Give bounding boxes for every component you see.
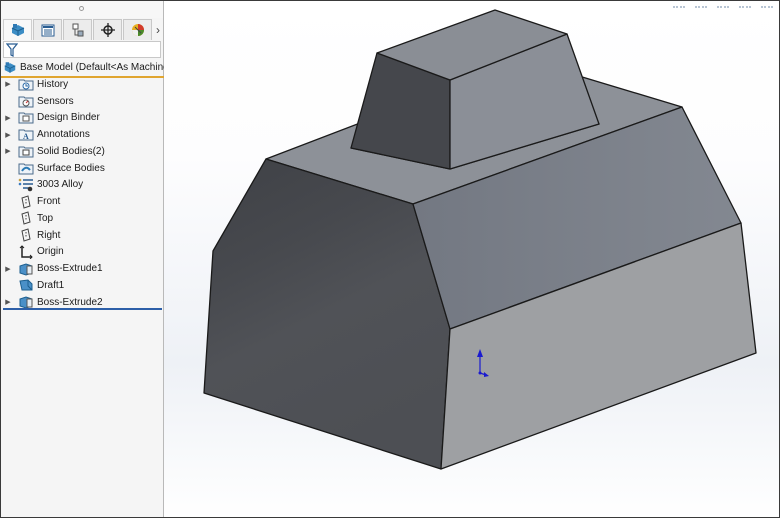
- tree-item-draft1[interactable]: Draft1: [1, 277, 164, 294]
- tree-item-history[interactable]: ▶ History: [1, 76, 164, 93]
- crosshair-icon: [100, 23, 115, 37]
- tree-item-origin[interactable]: Origin: [1, 244, 164, 261]
- feature-filter-input[interactable]: [3, 41, 161, 58]
- part-name: Base Model (Default<As Machined>: [20, 62, 164, 73]
- plane-icon: [18, 228, 34, 242]
- part-icon: [3, 61, 17, 74]
- expand-arrow[interactable]: ▶: [1, 147, 15, 155]
- tree-item-label: Origin: [37, 246, 64, 258]
- plane-icon: [18, 194, 34, 209]
- rollback-bar[interactable]: [3, 308, 162, 310]
- tree-item-boss-extrude1[interactable]: ▶ Boss-Extrude1: [1, 260, 164, 277]
- tab-property-manager[interactable]: [33, 19, 62, 40]
- tree-item-label: Right: [37, 229, 61, 241]
- part-icon: [10, 23, 26, 37]
- tree-item-sensors[interactable]: Sensors: [1, 93, 164, 110]
- tree-item-solid-bodies-2[interactable]: ▶ Solid Bodies(2): [1, 143, 164, 160]
- tree-item-label: Top: [37, 212, 54, 224]
- graphics-area[interactable]: [164, 1, 780, 518]
- expand-arrow[interactable]: ▶: [1, 131, 15, 139]
- tab-configuration-manager[interactable]: [63, 19, 92, 40]
- funnel-icon: [6, 43, 18, 57]
- surface-bodies-folder-icon: [18, 161, 34, 175]
- sensors-folder-icon: [18, 94, 34, 108]
- tree-item-label: 3003 Alloy: [37, 179, 84, 191]
- tree-item-design-binder[interactable]: ▶ Design Binder: [1, 110, 164, 127]
- tree-item-label: History: [37, 78, 69, 90]
- tab-dimxpert-manager[interactable]: [93, 19, 122, 40]
- expand-arrow[interactable]: ▶: [1, 265, 15, 273]
- tree-item-label: Design Binder: [37, 112, 100, 124]
- property-list-icon: [41, 24, 55, 37]
- appearance-ball-icon: [131, 23, 145, 37]
- tree-item-3003-alloy[interactable]: 3003 Alloy: [1, 177, 164, 194]
- feature-manager-panel: › Base Model (Default<As Machined> ▶ His…: [1, 1, 164, 517]
- plane-icon: [18, 211, 34, 226]
- history-folder-icon: [18, 77, 34, 91]
- configuration-icon: [71, 23, 85, 37]
- tree-item-annotations[interactable]: ▶ A Annotations: [1, 126, 164, 143]
- tree-item-label: Surface Bodies: [37, 162, 105, 174]
- tree-item-right[interactable]: Right: [1, 227, 164, 244]
- solidworks-window: › Base Model (Default<As Machined> ▶ His…: [0, 0, 780, 518]
- tree-item-label: Annotations: [37, 129, 90, 141]
- feature-tree: ▶ History Sensors ▶ Design Binder ▶ A An…: [1, 76, 164, 311]
- draft-feature-icon: [18, 278, 34, 292]
- origin-icon: [18, 245, 34, 259]
- material-icon: [18, 178, 34, 192]
- tree-item-label: Front: [37, 196, 61, 208]
- tab-display-manager[interactable]: [123, 19, 152, 40]
- tree-item-label: Draft1: [37, 279, 65, 291]
- expand-arrow[interactable]: ▶: [1, 298, 15, 306]
- svg-text:A: A: [23, 132, 29, 141]
- grip-dot: [79, 6, 84, 11]
- model-view[interactable]: [164, 1, 780, 518]
- manager-tabs: ›: [3, 19, 163, 41]
- tab-feature-manager[interactable]: [3, 19, 32, 40]
- expand-arrow[interactable]: ▶: [1, 114, 15, 122]
- tree-item-surface-bodies[interactable]: Surface Bodies: [1, 160, 164, 177]
- expand-arrow[interactable]: ▶: [1, 80, 15, 88]
- more-tabs-button[interactable]: ›: [153, 19, 163, 40]
- tree-item-label: Boss-Extrude1: [37, 263, 103, 275]
- tree-item-top[interactable]: Top: [1, 210, 164, 227]
- annotations-folder-icon: A: [18, 128, 34, 142]
- tree-item-label: Solid Bodies(2): [37, 145, 105, 157]
- extrude-feature-icon: [18, 262, 34, 276]
- panel-grip[interactable]: [1, 1, 163, 18]
- tree-item-label: Sensors: [37, 95, 74, 107]
- tree-item-front[interactable]: Front: [1, 193, 164, 210]
- solid-bodies-folder-icon: [18, 144, 34, 158]
- design-binder-folder-icon: [18, 111, 34, 125]
- tree-item-label: Boss-Extrude2: [37, 296, 103, 308]
